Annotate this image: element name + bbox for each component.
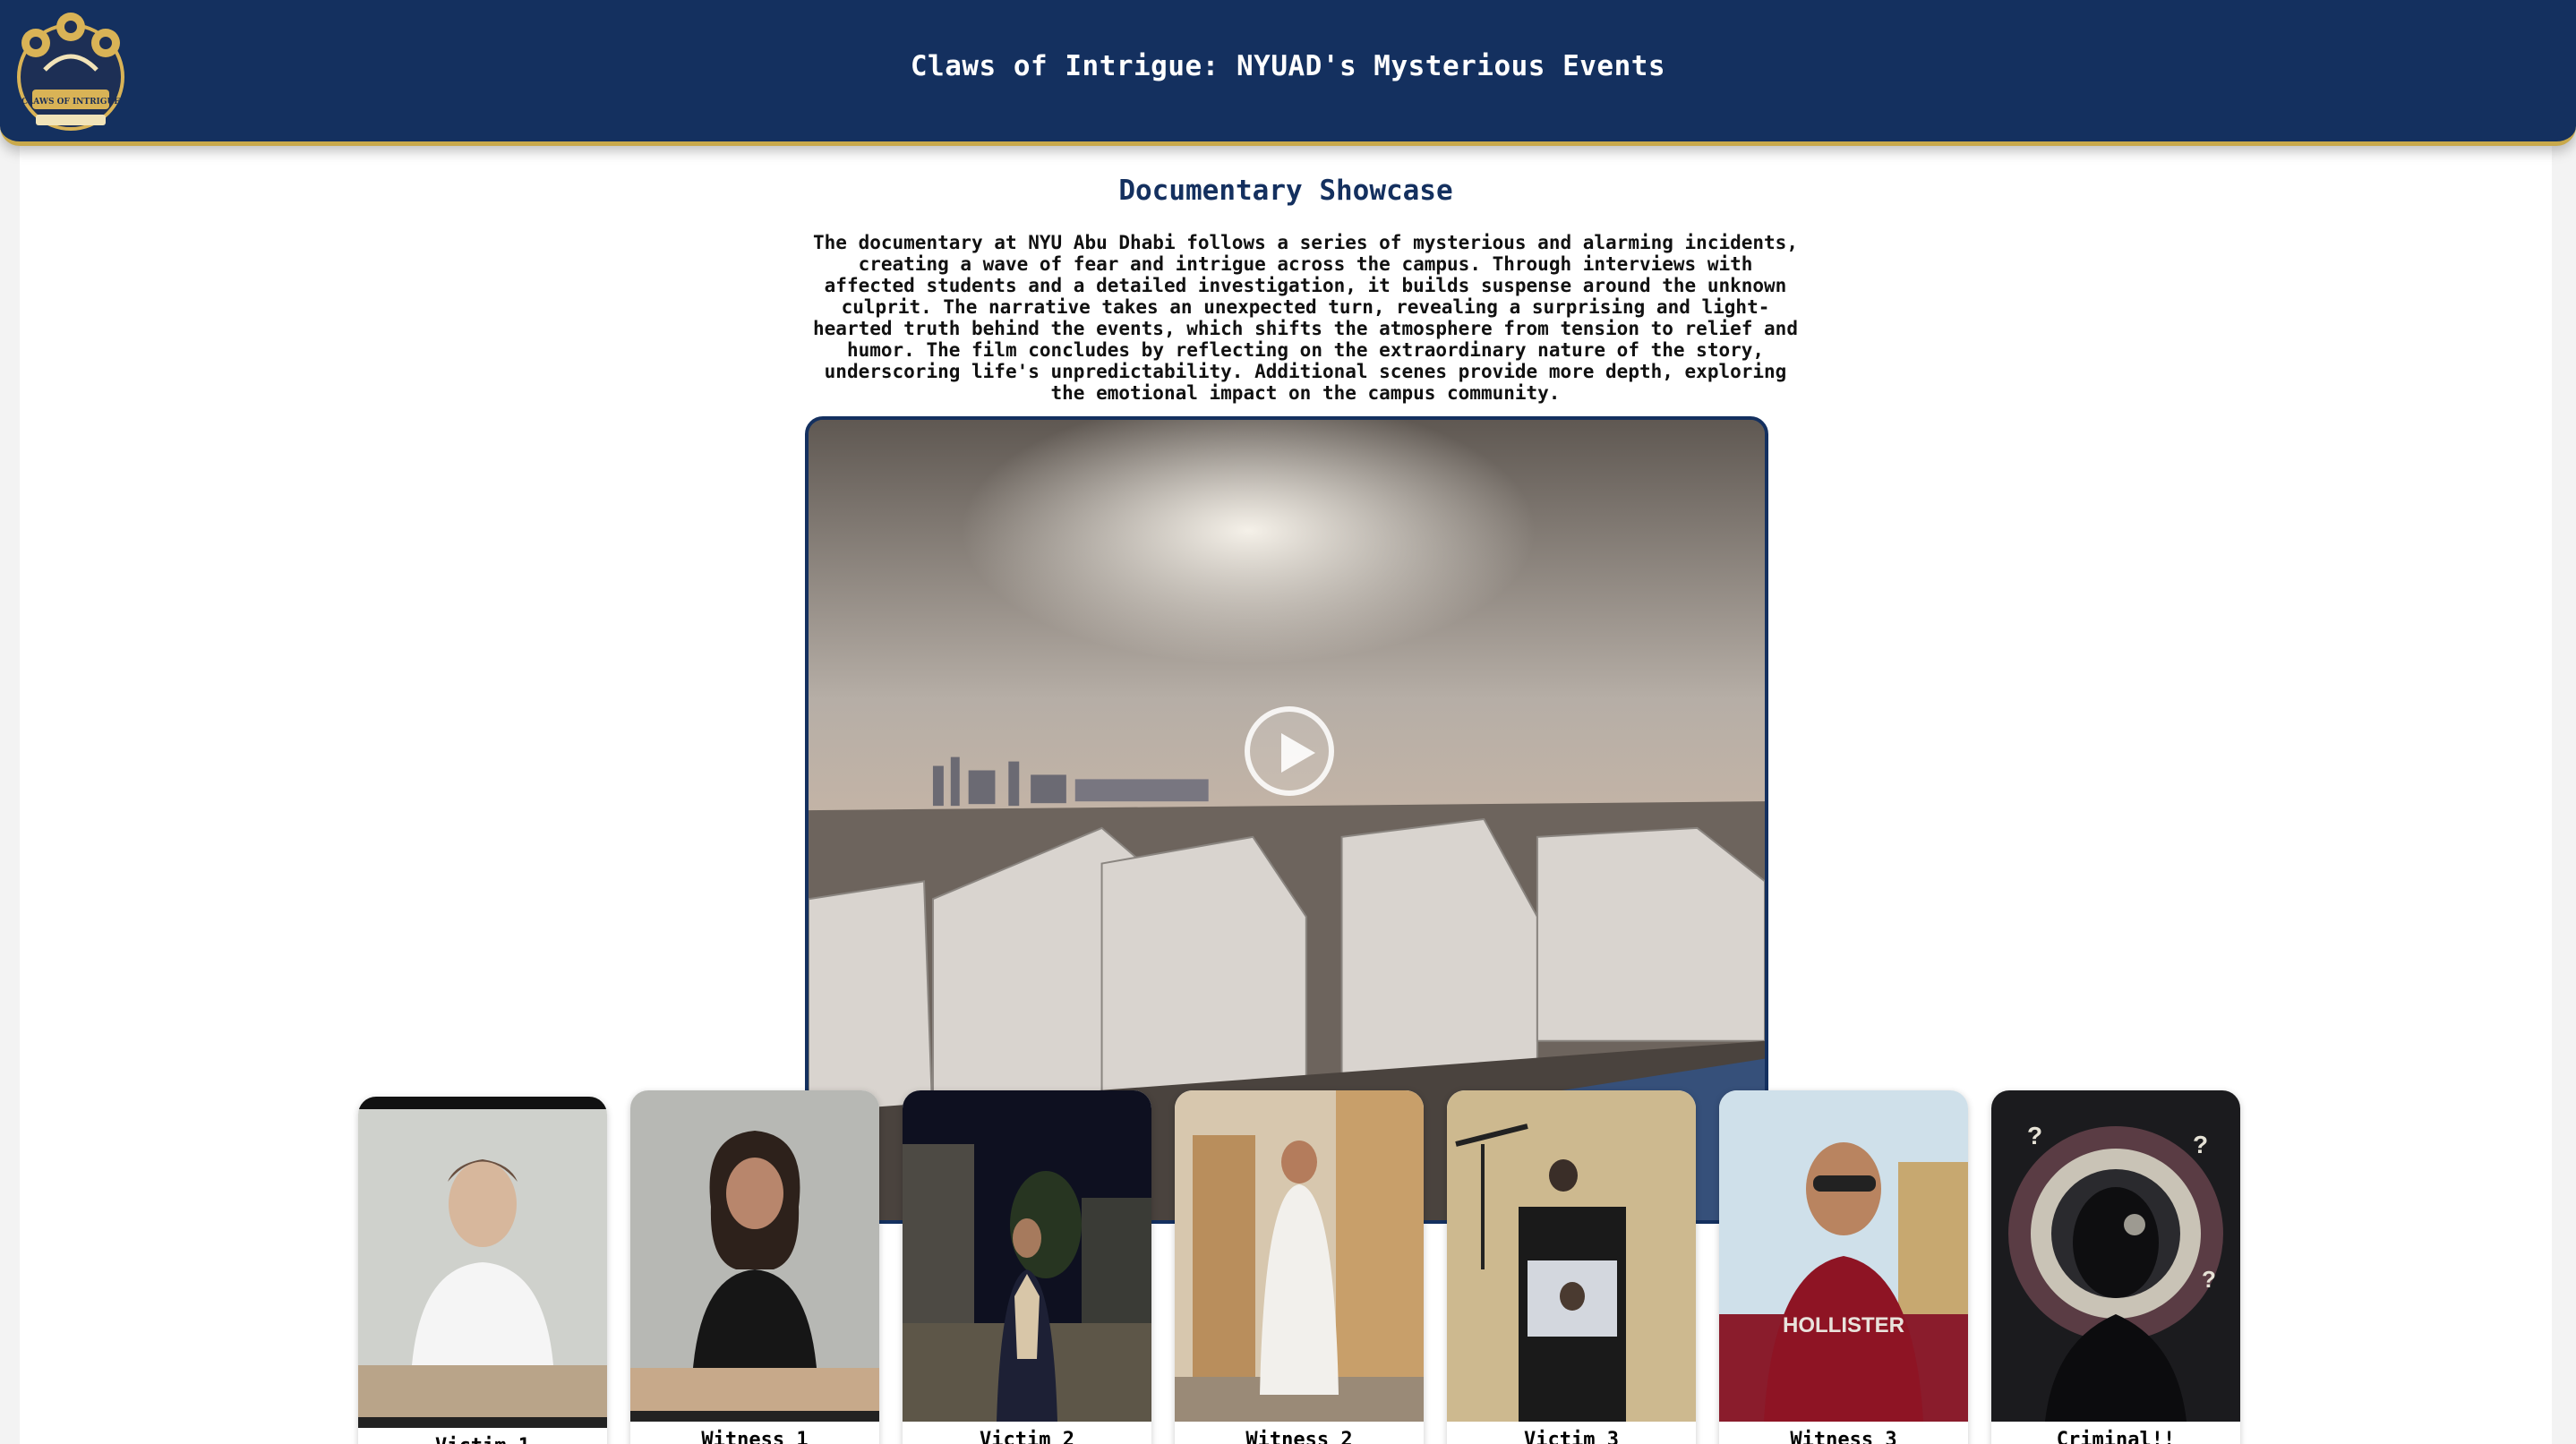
character-card[interactable]: Witness 2	[1175, 1090, 1424, 1444]
character-card[interactable]: Victim 2	[903, 1090, 1151, 1444]
svg-text:HOLLISTER: HOLLISTER	[1783, 1313, 1904, 1337]
site-header: CLAWS OF INTRIGUE Claws of Intrigue: NYU…	[0, 0, 2576, 146]
logo-text: CLAWS OF INTRIGUE	[21, 98, 120, 107]
character-label: Witness 1	[701, 1429, 809, 1444]
character-label: Criminal!!	[2056, 1429, 2176, 1444]
section-title: Documentary Showcase	[1118, 175, 1453, 207]
svg-text:?: ?	[2193, 1131, 2208, 1158]
character-card[interactable]: Victim 1	[358, 1097, 607, 1444]
character-card[interactable]: HOLLISTER Witness 3	[1719, 1090, 1968, 1444]
character-photo	[1447, 1090, 1696, 1422]
character-label: Victim 2	[980, 1429, 1074, 1444]
main-content: Documentary Showcase The documentary at …	[20, 143, 2552, 1444]
character-card[interactable]: Witness 1	[630, 1090, 879, 1444]
svg-text:?: ?	[2202, 1266, 2216, 1293]
character-photo	[1175, 1090, 1424, 1422]
character-label: Victim 1	[358, 1435, 607, 1444]
character-photo: HOLLISTER	[1719, 1090, 1968, 1422]
character-photo	[358, 1097, 607, 1428]
character-label: Witness 2	[1245, 1429, 1353, 1444]
character-photo	[903, 1090, 1151, 1422]
character-label: Victim 3	[1524, 1429, 1619, 1444]
character-label: Witness 3	[1790, 1429, 1897, 1444]
svg-text:?: ?	[2027, 1122, 2042, 1149]
character-card[interactable]: ??? Criminal!!	[1991, 1090, 2240, 1444]
character-photo: ???	[1991, 1090, 2240, 1422]
documentary-description: The documentary at NYU Abu Dhabi follows…	[813, 232, 1798, 404]
character-card[interactable]: Victim 3	[1447, 1090, 1696, 1444]
play-icon[interactable]	[1245, 706, 1334, 796]
character-photo	[630, 1090, 879, 1422]
site-title: Claws of Intrigue: NYUAD's Mysterious Ev…	[910, 50, 1666, 82]
